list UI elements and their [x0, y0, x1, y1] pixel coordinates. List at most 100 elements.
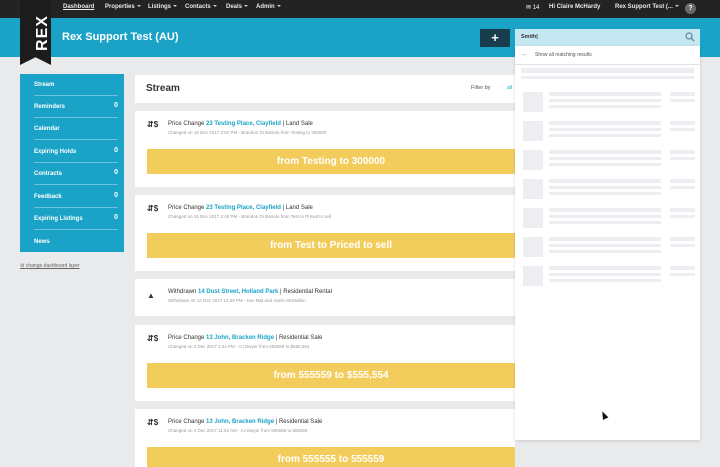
loading-placeholder — [549, 250, 661, 253]
nav-listings[interactable]: Listings — [148, 4, 178, 10]
nav-deals[interactable]: Deals — [226, 4, 249, 10]
sidebar-item-reminders[interactable]: Reminders 0 — [34, 96, 118, 118]
loading-placeholder — [549, 215, 661, 218]
event-meta: Changed on 19 Dec 2017 2:49 PM - Brandon… — [168, 214, 332, 219]
listing-address-link[interactable]: 23 Testing Place, Clayfield — [206, 121, 281, 127]
price-change-icon: ⇵$ — [147, 120, 159, 129]
loading-placeholder — [523, 150, 543, 170]
loading-placeholder — [670, 128, 695, 131]
event-type: Price Change — [168, 205, 205, 211]
sidebar-item-feedback[interactable]: Feedback 0 — [34, 186, 118, 208]
filter-select[interactable]: all — [507, 85, 512, 91]
listing-type: | Residential Sale — [275, 419, 323, 425]
stream-header: Stream Filter by all — [135, 75, 515, 103]
add-button[interactable]: + — [480, 29, 510, 47]
change-banner: from Test to Priced to sell — [147, 233, 515, 258]
chat-icon: ✉ — [526, 5, 532, 11]
change-banner: from Testing to 300000 — [147, 149, 515, 174]
sidebar-item-stream[interactable]: Stream — [34, 74, 118, 96]
listing-address-link[interactable]: 23 Testing Place, Clayfield — [206, 205, 281, 211]
chevron-down-icon — [674, 5, 679, 8]
loading-placeholder — [523, 121, 543, 141]
loading-placeholder — [523, 208, 543, 228]
help-icon[interactable]: ? — [685, 3, 696, 14]
event-meta: Changed on 4 Dec 2017 1:44 PM - AJ Dwyer… — [168, 344, 310, 349]
loading-placeholder — [670, 157, 695, 160]
listing-type: | Land Sale — [282, 205, 313, 211]
account-title: Rex Support Test (AU) — [62, 31, 179, 43]
loading-placeholder — [523, 266, 543, 286]
sidebar-item-expiring-holds[interactable]: Expiring Holds 0 — [34, 141, 118, 163]
loading-placeholder — [670, 266, 695, 270]
sidebar-item-news[interactable]: News — [34, 231, 118, 253]
listing-address-link[interactable]: 13 John, Bracken Ridge — [206, 335, 274, 341]
event-meta: Changed on 4 Dec 2017 11:52 AM - AJ Dwye… — [168, 428, 308, 433]
loading-placeholder — [549, 163, 661, 166]
loading-placeholder — [670, 237, 695, 241]
chat-count: 14 — [532, 5, 540, 11]
withdrawn-icon: ▲ — [147, 291, 155, 300]
loading-placeholder — [549, 134, 661, 137]
search-results-panel: ← Show all matching results — [515, 46, 700, 440]
search-input[interactable]: Smith| — [515, 29, 700, 46]
change-dashboard-link[interactable]: ⚙ change dashboard layer — [20, 263, 80, 269]
loading-placeholder — [670, 121, 695, 125]
chevron-down-icon — [276, 5, 281, 8]
loading-placeholder — [549, 266, 661, 270]
loading-placeholder — [523, 237, 543, 257]
nav-properties[interactable]: Properties — [105, 4, 141, 10]
loading-placeholder — [670, 99, 695, 102]
listing-type: | Land Sale — [282, 121, 313, 127]
chat-button[interactable]: ✉ 14 — [526, 4, 539, 11]
sidebar-item-calendar[interactable]: Calendar — [34, 118, 118, 140]
event-meta: Changed on 19 Dec 2017 2:52 PM - Brandon… — [168, 130, 327, 135]
stream-card: ⇵$ Price Change 13 John, Bracken Ridge |… — [135, 325, 515, 401]
stream-card: ▲ Withdrawn 14 Dust Street, Holland Park… — [135, 279, 515, 316]
settings-icon: ⚙ — [20, 263, 25, 269]
loading-placeholder — [549, 208, 661, 212]
search-icon[interactable] — [685, 32, 695, 42]
search-value: Smith| — [521, 34, 538, 40]
back-arrow-icon[interactable]: ← — [521, 51, 528, 58]
loading-placeholder — [549, 273, 661, 276]
loading-placeholder — [549, 179, 661, 183]
price-change-icon: ⇵$ — [147, 334, 159, 343]
loading-placeholder — [670, 215, 695, 218]
loading-placeholder — [549, 192, 661, 195]
listing-address-link[interactable]: 14 Dust Street, Holland Park — [198, 289, 278, 295]
event-type: Price Change — [168, 335, 205, 341]
loading-placeholder — [670, 179, 695, 183]
loading-placeholder — [523, 179, 543, 199]
loading-placeholder — [549, 105, 661, 108]
divider — [515, 64, 700, 65]
nav-dashboard[interactable]: Dashboard — [63, 4, 94, 10]
top-nav: Dashboard Properties Listings Contacts D… — [0, 0, 720, 18]
nav-contacts[interactable]: Contacts — [185, 4, 217, 10]
event-meta: Withdrawn on 12 Dec 2017 12:29 PM - Kev … — [168, 298, 306, 303]
stream-title: Stream — [146, 83, 180, 94]
listing-address-link[interactable]: 13 John, Bracken Ridge — [206, 419, 274, 425]
change-banner: from 555559 to $555,554 — [147, 363, 515, 388]
rex-logo[interactable]: REX — [20, 0, 51, 65]
event-type: Withdrawn — [168, 289, 197, 295]
nav-admin[interactable]: Admin — [256, 4, 281, 10]
loading-placeholder — [549, 237, 661, 241]
loading-placeholder — [549, 121, 661, 125]
loading-placeholder — [549, 244, 661, 247]
loading-placeholder — [549, 128, 661, 131]
account-menu[interactable]: Rex Support Test (... — [615, 4, 679, 10]
user-menu[interactable]: Hi Claire McHardy — [549, 4, 600, 10]
loading-placeholder — [549, 92, 661, 96]
loading-placeholder — [549, 157, 661, 160]
loading-placeholder — [670, 186, 695, 189]
chevron-down-icon — [173, 5, 178, 8]
show-all-results-link[interactable]: Show all matching results — [535, 52, 592, 58]
loading-placeholder — [549, 150, 661, 154]
stream-card: ⇵$ Price Change 13 John, Bracken Ridge |… — [135, 409, 515, 467]
dashboard-sidebar: Stream Reminders 0 Calendar Expiring Hold… — [20, 74, 124, 252]
sidebar-item-contracts[interactable]: Contracts 0 — [34, 163, 118, 185]
loading-placeholder — [521, 68, 694, 73]
loading-placeholder — [670, 273, 695, 276]
sidebar-item-expiring-listings[interactable]: Expiring Listings 0 — [34, 208, 118, 230]
price-change-icon: ⇵$ — [147, 418, 159, 427]
